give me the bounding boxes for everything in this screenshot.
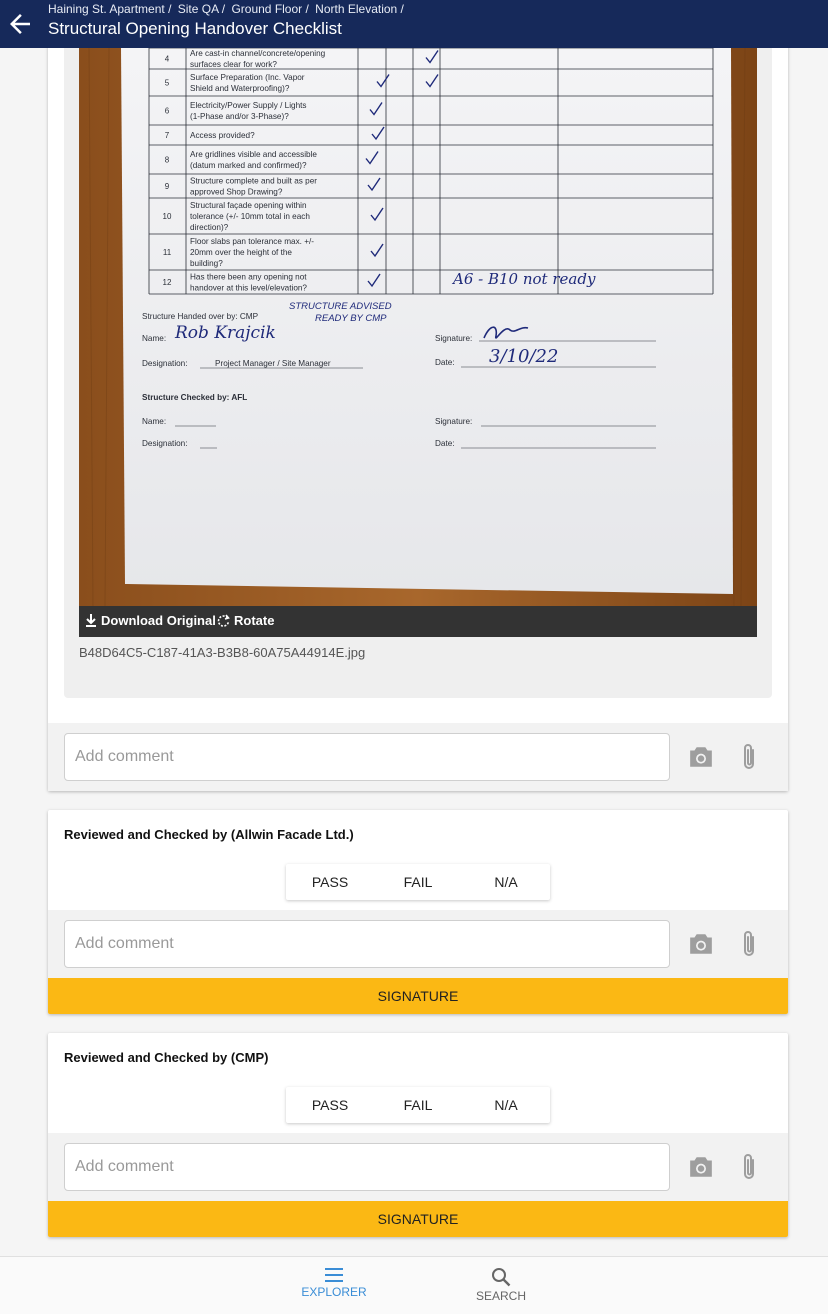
- review-card-cmp: Reviewed and Checked by (CMP) PASS FAIL …: [48, 1033, 788, 1237]
- row-number: 6: [165, 107, 170, 116]
- result-toggle: PASS FAIL N/A: [286, 864, 550, 900]
- row-question: Structural façade opening within: [190, 201, 307, 210]
- page-title: Structural Opening Handover Checklist: [48, 19, 342, 38]
- name-label: Name:: [142, 334, 166, 343]
- nav-explorer-label: EXPLORER: [301, 1285, 367, 1299]
- row-question: Are cast-in channel/concrete/opening: [190, 49, 326, 58]
- row-number: 11: [163, 248, 172, 257]
- result-toggle: PASS FAIL N/A: [286, 1087, 550, 1123]
- date-label: Date:: [435, 358, 455, 367]
- signature2-label: Signature:: [435, 417, 472, 426]
- rotate-icon: [217, 614, 230, 627]
- comment-input[interactable]: [64, 920, 670, 968]
- row-question: Structure complete and built as per: [190, 177, 317, 186]
- camera-icon[interactable]: [688, 1155, 714, 1179]
- row-question: Has there been any opening not: [190, 273, 307, 282]
- bottom-navigation: EXPLORER SEARCH: [0, 1256, 828, 1314]
- back-arrow-icon[interactable]: [5, 9, 35, 39]
- row-question: Surface Preparation (Inc. Vapor: [190, 73, 305, 82]
- handed-over-label: Structure Handed over by: CMP: [142, 312, 259, 321]
- fail-option[interactable]: FAIL: [374, 1087, 462, 1123]
- signature-button[interactable]: SIGNATURE: [48, 978, 788, 1014]
- rotate-button[interactable]: Rotate: [217, 613, 274, 628]
- review-card-allwin: Reviewed and Checked by (Allwin Facade L…: [48, 810, 788, 1014]
- pass-option[interactable]: PASS: [286, 864, 374, 900]
- rotate-label: Rotate: [234, 613, 275, 628]
- section-title: Reviewed and Checked by (CMP): [64, 1050, 269, 1065]
- signature-label: Signature:: [435, 334, 472, 343]
- row-question: (datum marked and confirmed)?: [190, 161, 307, 170]
- row-question: building?: [190, 259, 223, 268]
- row-question: Electricity/Power Supply / Lights: [190, 101, 307, 110]
- comment-input[interactable]: [64, 733, 670, 781]
- designation-label: Designation:: [142, 359, 188, 368]
- comment-bar: [48, 723, 788, 791]
- row-number: 10: [163, 212, 172, 221]
- breadcrumb-project[interactable]: Haining St. Apartment /: [48, 2, 171, 16]
- attachment-card: 4 Are cast-in channel/concrete/opening sur…: [48, 40, 788, 791]
- row-question: surfaces clear for work?: [190, 60, 277, 69]
- camera-icon[interactable]: [688, 745, 714, 769]
- image-toolbar: Download Original Rotate: [79, 606, 757, 637]
- paperclip-icon[interactable]: [738, 929, 760, 959]
- handed-over-note: STRUCTURE ADVISED: [289, 301, 392, 312]
- name-value: Rob Krajcik: [174, 323, 276, 343]
- fail-option[interactable]: FAIL: [374, 864, 462, 900]
- row-question: approved Shop Drawing?: [190, 188, 283, 197]
- row-question: Shield and Waterproofing)?: [190, 84, 290, 93]
- row-question: Are gridlines visible and accessible: [190, 150, 317, 159]
- paperclip-icon[interactable]: [738, 742, 760, 772]
- nav-search-label: SEARCH: [475, 1289, 526, 1303]
- breadcrumb-site-qa[interactable]: Site QA /: [178, 2, 225, 16]
- designation-value: Project Manager / Site Manager: [215, 359, 331, 368]
- date-value: 3/10/22: [489, 346, 558, 367]
- row-question: Access provided?: [190, 131, 255, 140]
- na-option[interactable]: N/A: [462, 1087, 550, 1123]
- download-original-button[interactable]: Download Original: [85, 613, 216, 628]
- download-original-label: Download Original: [101, 613, 216, 628]
- attachment-panel: 4 Are cast-in channel/concrete/opening sur…: [64, 40, 772, 698]
- checklist-photo: 4 Are cast-in channel/concrete/opening sur…: [79, 48, 757, 606]
- row-question: tolerance (+/- 10mm total in each: [190, 212, 310, 221]
- breadcrumb-floor[interactable]: Ground Floor /: [231, 2, 308, 16]
- app-bar: Haining St. Apartment / Site QA / Ground…: [0, 0, 828, 48]
- camera-icon[interactable]: [688, 932, 714, 956]
- section-title: Reviewed and Checked by (Allwin Facade L…: [64, 827, 354, 842]
- nav-explorer[interactable]: EXPLORER: [289, 1267, 379, 1299]
- designation2-label: Designation:: [142, 439, 188, 448]
- breadcrumb: Haining St. Apartment / Site QA / Ground…: [48, 2, 407, 16]
- row-question: 20mm over the height of the: [190, 248, 292, 257]
- signature-button[interactable]: SIGNATURE: [48, 1201, 788, 1237]
- handed-over-note: READY BY CMP: [315, 313, 387, 324]
- row-number: 8: [165, 156, 170, 165]
- row-question: (1-Phase and/or 3-Phase)?: [190, 112, 289, 121]
- row-question: direction)?: [190, 223, 229, 232]
- name2-label: Name:: [142, 417, 166, 426]
- checked-by-label: Structure Checked by: AFL: [142, 393, 247, 402]
- row-number: 12: [163, 278, 172, 287]
- row-question: handover at this level/elevation?: [190, 284, 307, 293]
- comment-bar: [48, 910, 788, 978]
- row-number: 5: [165, 79, 170, 88]
- menu-icon: [325, 1268, 343, 1282]
- comment-input[interactable]: [64, 1143, 670, 1191]
- handwritten-note: A6 - B10 not ready: [451, 270, 596, 288]
- date2-label: Date:: [435, 439, 455, 448]
- row-number: 7: [165, 131, 170, 140]
- comment-bar: [48, 1133, 788, 1201]
- nav-search[interactable]: SEARCH: [456, 1267, 546, 1303]
- row-question: Floor slabs pan tolerance max. +/-: [190, 237, 314, 246]
- download-icon: [86, 614, 96, 627]
- na-option[interactable]: N/A: [462, 864, 550, 900]
- attachment-filename[interactable]: B48D64C5-C187-41A3-B3B8-60A75A44914E.jpg: [79, 645, 365, 660]
- search-icon: [492, 1268, 511, 1287]
- paperclip-icon[interactable]: [738, 1152, 760, 1182]
- row-number: 4: [165, 55, 170, 64]
- breadcrumb-elevation[interactable]: North Elevation /: [315, 2, 404, 16]
- pass-option[interactable]: PASS: [286, 1087, 374, 1123]
- row-number: 9: [165, 182, 170, 191]
